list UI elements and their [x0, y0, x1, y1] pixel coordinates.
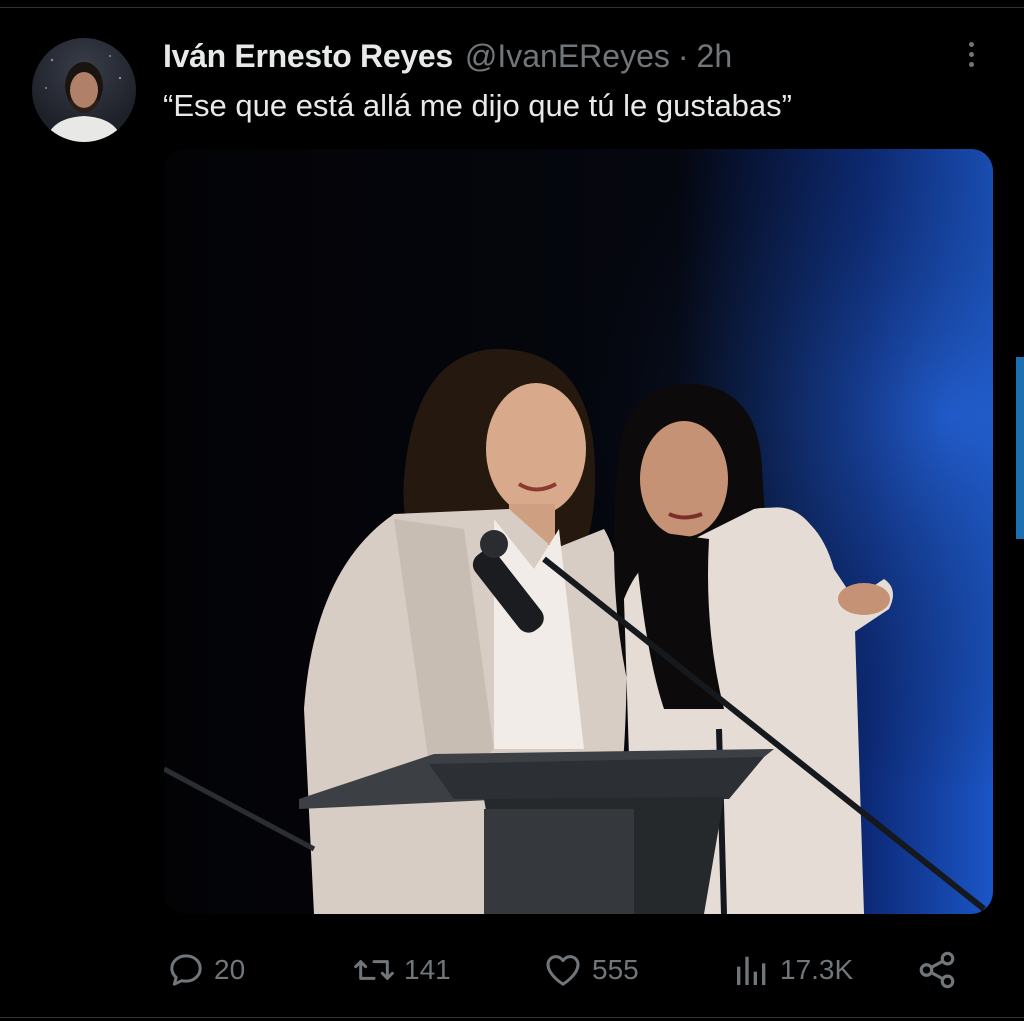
retweet-count: 141 [404, 954, 451, 985]
tweet-header: Iván Ernesto Reyes @IvanEReyes · 2h [163, 38, 732, 78]
bottom-divider [0, 1017, 1024, 1018]
tweet-timestamp[interactable]: 2h [697, 38, 733, 75]
retweet-button[interactable]: 141 [352, 940, 451, 1000]
tweet-text: “Ese que está allá me dijo que tú le gus… [163, 88, 792, 123]
tweet-media-image[interactable] [164, 149, 993, 914]
like-button[interactable]: 555 [542, 940, 639, 1000]
separator-dot: · [677, 38, 689, 74]
tweet-photo [164, 149, 993, 914]
avatar-photo [45, 55, 122, 142]
comment-bubble-icon [170, 954, 202, 986]
more-vertical-icon[interactable] [956, 38, 986, 70]
tweet-actions-bar: 20 141 555 17.3K [0, 940, 1024, 1000]
share-icon [919, 951, 955, 989]
share-button[interactable] [916, 940, 958, 1000]
scroll-indicator[interactable] [1016, 357, 1024, 539]
author-handle[interactable]: @IvanEReyes [465, 38, 670, 75]
views-bar-chart-icon [737, 956, 766, 985]
retweet-icon [354, 960, 394, 980]
reply-button[interactable]: 20 [166, 940, 245, 1000]
avatar[interactable] [32, 38, 136, 142]
reply-count: 20 [214, 954, 246, 985]
like-count: 555 [592, 954, 639, 985]
views-count: 17.3K [780, 954, 854, 985]
heart-icon [546, 955, 580, 986]
views-button[interactable]: 17.3K [732, 940, 853, 1000]
top-divider [0, 0, 1024, 8]
author-display-name[interactable]: Iván Ernesto Reyes [163, 38, 453, 75]
